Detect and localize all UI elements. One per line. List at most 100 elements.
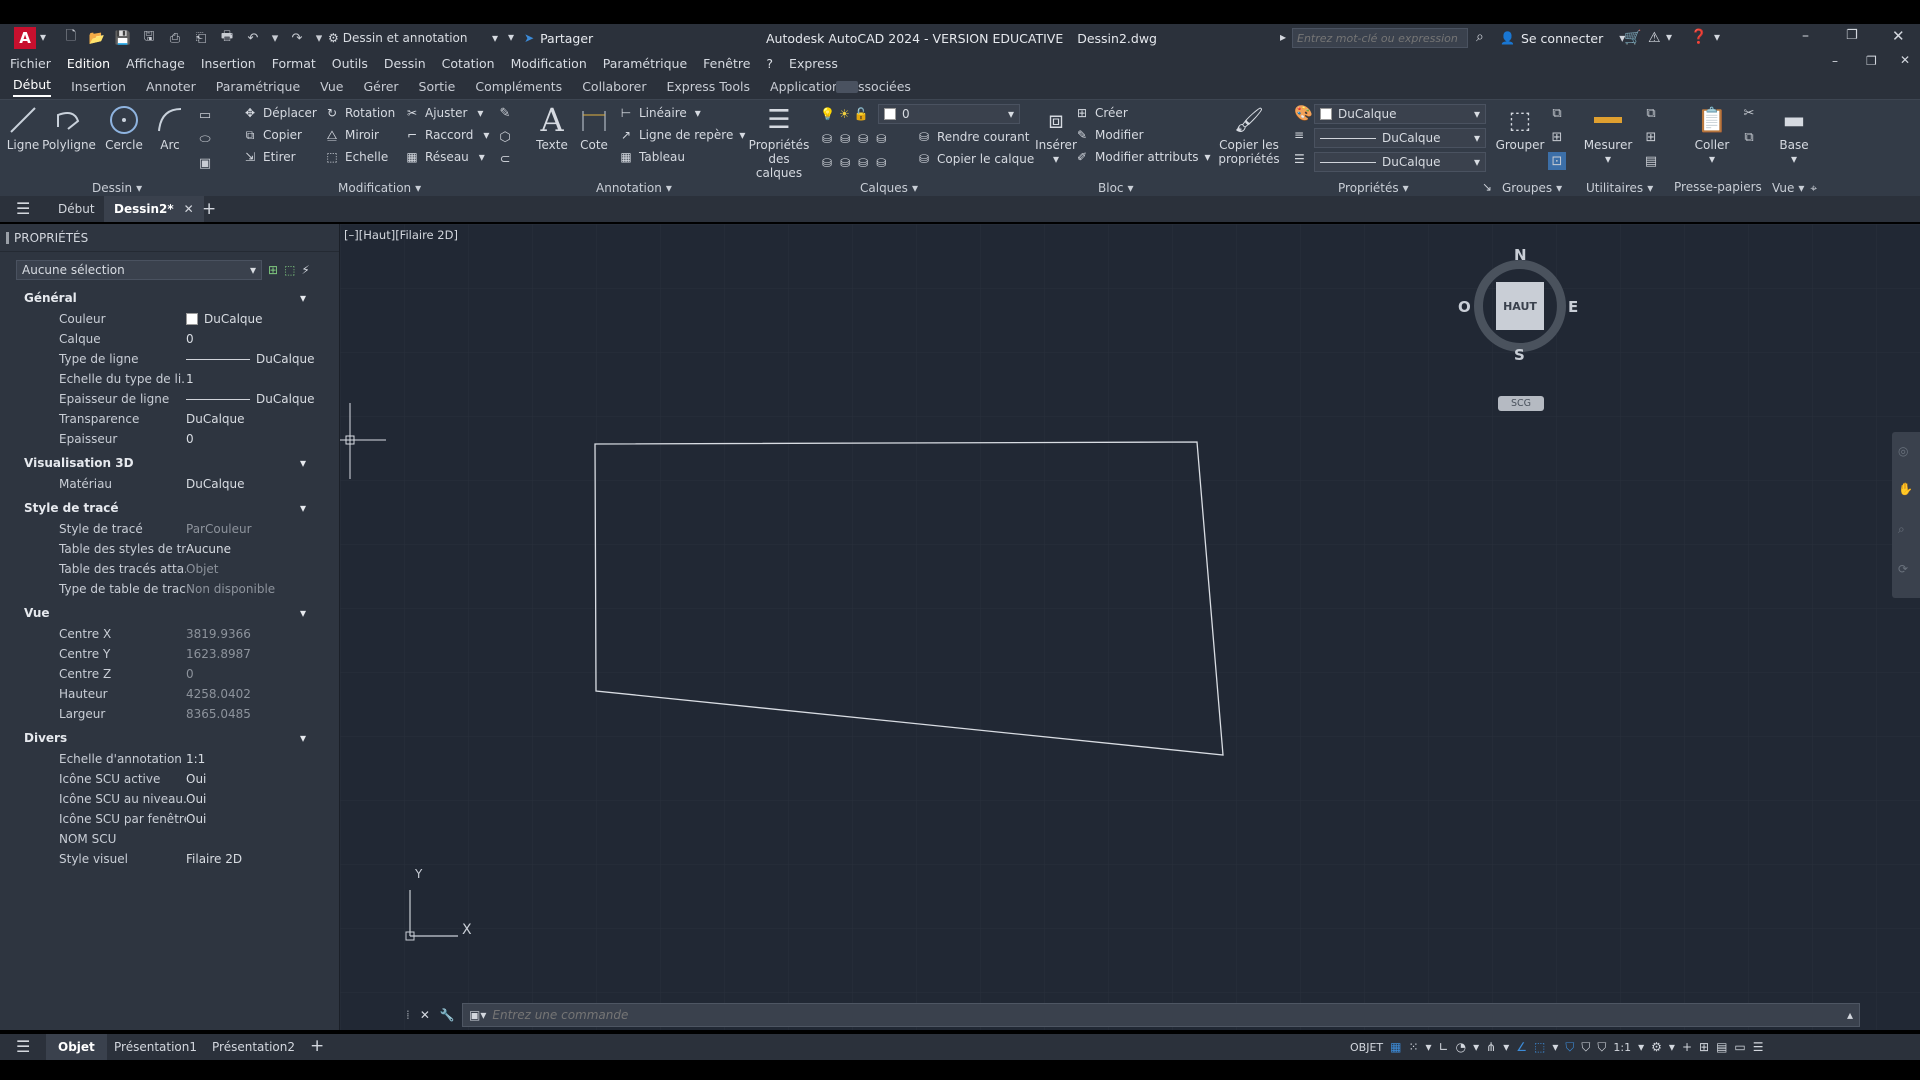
autocad-logo[interactable]: A <box>14 27 36 49</box>
layer-tool-icon[interactable]: ⛁ <box>840 132 850 146</box>
ribbon-tab-4[interactable]: Vue <box>320 79 343 94</box>
color-dropdown[interactable]: DuCalque ▾ <box>1314 104 1486 124</box>
grip-icon[interactable]: ⁞ <box>406 1008 410 1022</box>
property-row[interactable]: Style visuel Filaire 2D <box>18 849 326 869</box>
properties-section-header[interactable]: Style de tracé ▾ <box>0 498 326 518</box>
viewcube[interactable]: HAUT N S E O <box>1458 246 1580 366</box>
menu-8[interactable]: Modification <box>511 56 587 71</box>
property-row[interactable]: Table des tracés atta... Objet <box>18 559 326 579</box>
undo-icon[interactable]: ↶ <box>244 29 262 47</box>
layer-tool-icon[interactable]: ⛁ <box>858 132 868 146</box>
minimize-window-icon[interactable]: – <box>1802 28 1809 44</box>
chevron-down-icon[interactable]: ▾ <box>1552 1040 1558 1054</box>
snap-icon[interactable]: ⁙ <box>1408 1040 1418 1054</box>
layer-properties-tool[interactable]: ☰ Propriétés des calques <box>748 102 810 180</box>
layout-menu-icon[interactable]: ☰ <box>16 1037 30 1056</box>
steering-wheel-icon[interactable]: ◎ <box>1898 444 1908 458</box>
property-row[interactable]: Couleur DuCalque <box>18 309 326 329</box>
search-input[interactable] <box>1292 28 1468 48</box>
paste-tool[interactable]: 📋 Coller ▾ <box>1690 102 1734 166</box>
properties-section-header[interactable]: Divers ▾ <box>0 728 326 748</box>
explode-icon[interactable]: ⬡ <box>496 128 514 146</box>
insert-block-tool[interactable]: ⧈ Insérer ▾ <box>1034 102 1078 166</box>
quick-select-icon[interactable]: ⚡ <box>301 263 309 277</box>
help-icon[interactable]: ❓ <box>1690 29 1707 45</box>
property-row[interactable]: Icône SCU au niveau... Oui <box>18 789 326 809</box>
menu-0[interactable]: Fichier <box>10 56 51 71</box>
object-snap-icon[interactable]: ⬚ <box>1534 1040 1545 1054</box>
ribbon-display-toggle-icon[interactable] <box>836 81 858 93</box>
cut-icon[interactable]: ✂ <box>1740 104 1758 122</box>
drawing-canvas[interactable]: [–][Haut][Filaire 2D] Y X HAUT N S E O S… <box>340 224 1920 1030</box>
panel-presse-papiers-title[interactable]: Presse-papiers <box>1674 180 1762 194</box>
copy-layer-tool[interactable]: ⛁ Copier le calque <box>916 148 1034 170</box>
move-tool[interactable]: ✥ Déplacer <box>242 102 317 124</box>
qat-customize-chevron-icon[interactable]: ▾ <box>508 30 514 44</box>
recent-commands-icon[interactable]: ▣▾ <box>469 1008 486 1022</box>
property-row[interactable]: Style de tracé ParCouleur <box>18 519 326 539</box>
hamburger-menu-icon[interactable]: ☰ <box>16 199 30 218</box>
close-window-icon[interactable]: ✕ <box>1892 27 1905 45</box>
palette-grip-icon[interactable] <box>6 231 9 244</box>
annotation-scale-value[interactable]: 1:1 <box>1613 1041 1631 1054</box>
calculator-icon[interactable]: ⊞ <box>1642 128 1660 146</box>
ribbon-tab-3[interactable]: Paramétrique <box>216 79 300 94</box>
property-row[interactable]: Transparence DuCalque <box>18 409 326 429</box>
arc-tool[interactable]: Arc <box>152 102 188 152</box>
ribbon-tab-9[interactable]: Express Tools <box>666 79 750 94</box>
leader-tool[interactable]: ↗ Ligne de repère ▾ <box>618 124 745 146</box>
panel-modification-label[interactable]: Modification ▾ <box>338 180 421 196</box>
open-file-icon[interactable]: 📂 <box>88 29 106 47</box>
restore-window-icon[interactable]: ❐ <box>1846 28 1858 43</box>
viewport-controls[interactable]: [–][Haut][Filaire 2D] <box>344 228 458 242</box>
group-tool[interactable]: ⬚ Grouper <box>1496 102 1545 152</box>
zoom-icon[interactable]: ⌕ <box>1898 522 1905 537</box>
undo-list-chevron-icon[interactable]: ▾ <box>270 29 280 47</box>
signin-button[interactable]: 👤 Se connecter ▾ <box>1500 24 1625 52</box>
trim-tool[interactable]: ✂ Ajuster ▾ <box>404 102 489 124</box>
autodesk-app-icon[interactable]: ⚠ <box>1648 30 1661 46</box>
annotation-visibility-icon[interactable]: ⛉ <box>1565 1040 1574 1055</box>
create-block-tool[interactable]: ⊞ Créer <box>1074 102 1211 124</box>
property-row[interactable]: Icône SCU par fenêtre Oui <box>18 809 326 829</box>
wrench-icon[interactable]: 🔧 <box>440 1008 455 1022</box>
quick-select-icon[interactable]: ⧉ <box>1642 104 1660 122</box>
ribbon-tab-0[interactable]: Début <box>13 77 52 97</box>
menu-7[interactable]: Cotation <box>442 56 495 71</box>
panel-calques-label[interactable]: Calques ▾ <box>860 180 918 196</box>
menu-11[interactable]: ? <box>766 56 773 71</box>
ribbon-tab-1[interactable]: Insertion <box>71 79 126 94</box>
properties-section-header[interactable]: Général ▾ <box>0 288 326 308</box>
linetype-dropdown[interactable]: DuCalque ▾ <box>1314 152 1486 172</box>
isodraft-icon[interactable]: ⋔ <box>1486 1040 1496 1054</box>
panel-dessin-label[interactable]: Dessin ▾ <box>92 180 142 196</box>
command-input[interactable] <box>492 1008 1847 1022</box>
property-row[interactable]: Type de ligne DuCalque <box>18 349 326 369</box>
search-icon[interactable]: ⌕ <box>1476 29 1484 45</box>
select-objects-icon[interactable]: ⬚ <box>284 263 295 277</box>
wcs-menu[interactable]: SCG <box>1498 396 1544 411</box>
ungroup-icon[interactable]: ⧉ <box>1548 104 1566 122</box>
copy-clip-icon[interactable]: ⧉ <box>1740 128 1758 146</box>
circle-tool[interactable]: Cercle <box>104 102 144 152</box>
erase-icon[interactable]: ✎ <box>496 104 514 122</box>
toggle-pickadd-icon[interactable]: ⊞ <box>268 263 278 277</box>
command-history-icon[interactable]: ▴ <box>1847 1008 1853 1022</box>
orbit-icon[interactable]: ⟳ <box>1898 562 1908 576</box>
menu-9[interactable]: Paramétrique <box>603 56 687 71</box>
scale-tool[interactable]: ⬚ Echelle <box>324 146 395 168</box>
group-select-icon[interactable]: ⊡ <box>1548 152 1566 170</box>
linear-dimension-tool[interactable]: ⊢ Linéaire ▾ <box>618 102 745 124</box>
panel-launcher-icon[interactable]: ↘ <box>1482 180 1492 194</box>
base-view-tool[interactable]: ▬ Base ▾ <box>1772 102 1816 166</box>
chevron-down-icon[interactable]: ▾ <box>1669 1040 1675 1054</box>
ribbon-tab-5[interactable]: Gérer <box>363 79 398 94</box>
chevron-down-icon[interactable]: ▾ <box>1473 1040 1479 1054</box>
polyline-tool[interactable]: Polyligne <box>42 102 96 152</box>
sun-icon[interactable]: ☀ <box>839 107 850 121</box>
save-as-icon[interactable]: 🖫 <box>140 29 158 47</box>
panel-proprietes-label[interactable]: Propriétés ▾ <box>1338 180 1409 196</box>
panel-groupes-label[interactable]: Groupes ▾ <box>1502 180 1562 196</box>
compass-north[interactable]: N <box>1514 246 1527 264</box>
doc-minimize-icon[interactable]: – <box>1832 54 1838 68</box>
